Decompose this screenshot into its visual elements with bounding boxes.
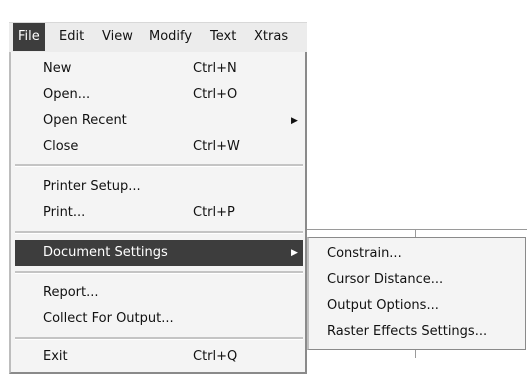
submenu-arrow-icon: ▶ bbox=[291, 116, 298, 126]
menu-item-open-recent-label: Open Recent bbox=[43, 113, 127, 128]
menu-item-print-label: Print... bbox=[43, 205, 86, 220]
menu-file[interactable]: File bbox=[13, 23, 45, 51]
menu-separator bbox=[15, 271, 303, 274]
menu-item-collect-for-output-label: Collect For Output... bbox=[43, 311, 174, 326]
menu-item-collect-for-output[interactable]: Collect For Output... bbox=[15, 306, 303, 332]
submenu-arrow-icon: ▶ bbox=[291, 248, 298, 258]
menu-separator bbox=[15, 164, 303, 167]
menu-item-printer-setup-label: Printer Setup... bbox=[43, 179, 141, 194]
menu-view[interactable]: View bbox=[97, 23, 138, 51]
menu-item-new-shortcut: Ctrl+N bbox=[193, 61, 237, 76]
menu-xtras[interactable]: Xtras bbox=[249, 23, 293, 51]
menu-item-new-label: New bbox=[43, 61, 72, 76]
menu-item-exit-shortcut: Ctrl+Q bbox=[193, 349, 238, 364]
menu-item-printer-setup[interactable]: Printer Setup... bbox=[15, 174, 303, 200]
menu-item-open-label: Open... bbox=[43, 87, 91, 102]
menu-item-open[interactable]: Open... Ctrl+O bbox=[15, 82, 303, 108]
submenu-item-cursor-distance[interactable]: Cursor Distance... bbox=[327, 267, 443, 293]
background-window-tick bbox=[415, 229, 416, 237]
menu-item-close[interactable]: Close Ctrl+W bbox=[15, 134, 303, 160]
menu-item-open-shortcut: Ctrl+O bbox=[193, 87, 238, 102]
menu-item-exit[interactable]: Exit Ctrl+Q bbox=[15, 344, 303, 370]
menu-item-report-label: Report... bbox=[43, 285, 99, 300]
menu-edit[interactable]: Edit bbox=[54, 23, 89, 51]
submenu-item-raster-effects-settings[interactable]: Raster Effects Settings... bbox=[327, 319, 487, 345]
menu-item-report[interactable]: Report... bbox=[15, 280, 303, 306]
background-window-tick bbox=[415, 350, 416, 358]
menu-item-print[interactable]: Print... Ctrl+P bbox=[15, 200, 303, 226]
menu-item-new[interactable]: New Ctrl+N bbox=[15, 56, 303, 82]
menu-modify[interactable]: Modify bbox=[144, 23, 197, 51]
menu-item-print-shortcut: Ctrl+P bbox=[193, 205, 235, 220]
menu-item-document-settings-label: Document Settings bbox=[43, 245, 168, 260]
menu-item-exit-label: Exit bbox=[43, 349, 68, 364]
menu-separator bbox=[15, 231, 303, 234]
menu-item-open-recent[interactable]: Open Recent ▶ bbox=[15, 108, 303, 134]
menu-item-close-label: Close bbox=[43, 139, 79, 154]
menu-item-close-shortcut: Ctrl+W bbox=[193, 139, 240, 154]
menu-text[interactable]: Text bbox=[205, 23, 241, 51]
submenu-item-constrain[interactable]: Constrain... bbox=[327, 241, 402, 267]
submenu-item-output-options[interactable]: Output Options... bbox=[327, 293, 439, 319]
document-settings-submenu: Constrain... Cursor Distance... Output O… bbox=[307, 237, 526, 350]
menu-item-document-settings[interactable]: Document Settings ▶ bbox=[15, 240, 303, 266]
background-window-edge bbox=[307, 229, 527, 230]
menu-separator bbox=[15, 337, 303, 340]
file-menu-dropdown: New Ctrl+N Open... Ctrl+O Open Recent ▶ … bbox=[9, 52, 307, 374]
menu-bar: File Edit View Modify Text Xtras bbox=[9, 22, 307, 52]
